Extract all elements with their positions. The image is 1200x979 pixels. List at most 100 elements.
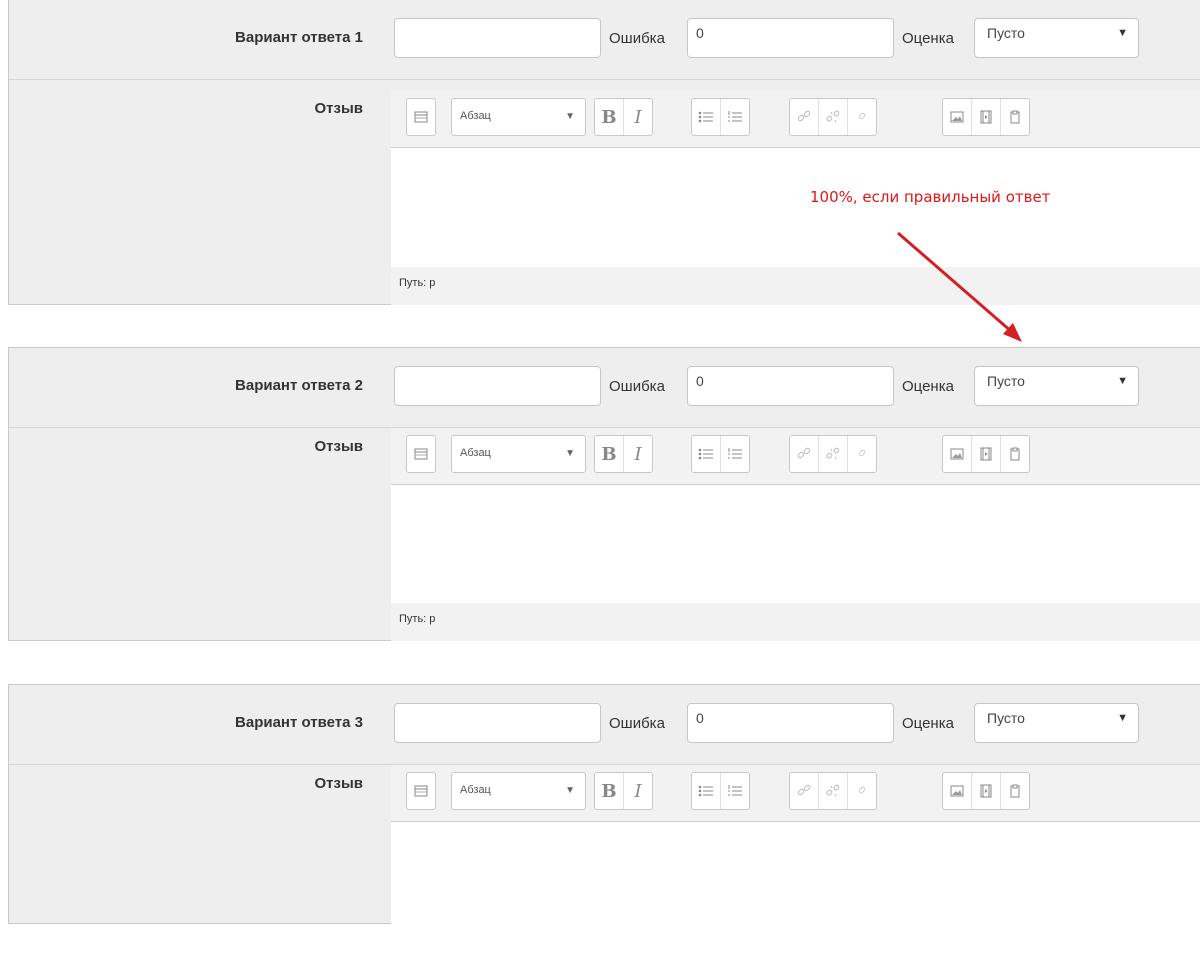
editor-content[interactable] <box>391 485 1200 603</box>
unlink-icon[interactable] <box>818 773 847 809</box>
toolbar-group-style: B I <box>594 772 653 810</box>
unlink-icon[interactable] <box>818 99 847 135</box>
link-icon[interactable] <box>790 99 818 135</box>
anchor-icon[interactable] <box>847 99 876 135</box>
italic-icon[interactable]: I <box>623 773 652 809</box>
editor-toolbar: Абзац ▼ B I <box>391 428 1200 485</box>
toolbar-group-toggle <box>406 98 436 136</box>
editor-path: Путь: p <box>391 603 1200 641</box>
feedback-editor: Абзац ▼ B I <box>391 428 1200 642</box>
feedback-editor: Абзац ▼ B I <box>391 91 1200 305</box>
feedback-label: Отзыв <box>314 438 363 455</box>
bold-icon[interactable]: B <box>595 773 623 809</box>
toolbar-group-toggle <box>406 435 436 473</box>
feedback-label: Отзыв <box>314 775 363 792</box>
chevron-down-icon: ▼ <box>565 111 575 122</box>
chevron-down-icon: ▼ <box>1117 375 1128 387</box>
grade-label: Оценка <box>902 30 954 47</box>
error-label: Ошибка <box>609 30 665 47</box>
toolbar-group-media <box>942 98 1030 136</box>
answer-block-2: Вариант ответа 2 Ошибка 0 Оценка Пусто ▼… <box>8 347 1200 642</box>
toolbar-group-toggle <box>406 772 436 810</box>
chevron-down-icon: ▼ <box>1117 27 1128 39</box>
chevron-down-icon: ▼ <box>565 448 575 459</box>
toolbar-group-links <box>789 98 877 136</box>
error-input[interactable]: 0 <box>687 366 894 406</box>
answer-row: Вариант ответа 2 Ошибка 0 Оценка Пусто ▼ <box>9 348 1200 428</box>
editor-content[interactable] <box>391 822 1200 941</box>
editor-toolbar: Абзац ▼ B I <box>391 91 1200 148</box>
image-icon[interactable] <box>943 436 971 472</box>
editor-path: Путь: p <box>391 267 1200 305</box>
grade-label: Оценка <box>902 715 954 732</box>
toolbar-group-style: B I <box>594 435 653 473</box>
format-select[interactable]: Абзац ▼ <box>451 98 586 136</box>
media-icon[interactable] <box>971 773 1000 809</box>
format-select[interactable]: Абзац ▼ <box>451 435 586 473</box>
paste-icon[interactable] <box>1000 99 1029 135</box>
bold-icon[interactable]: B <box>595 99 623 135</box>
link-icon[interactable] <box>790 773 818 809</box>
annotation-text: 100%, если правильный ответ <box>810 188 1051 206</box>
italic-icon[interactable]: I <box>623 436 652 472</box>
paste-icon[interactable] <box>1000 773 1029 809</box>
grade-select-value: Пусто <box>987 373 1025 389</box>
answer-input[interactable] <box>394 366 601 406</box>
format-select[interactable]: Абзац ▼ <box>451 772 586 810</box>
grade-select[interactable]: Пусто ▼ <box>974 366 1139 406</box>
paste-icon[interactable] <box>1000 436 1029 472</box>
unordered-list-icon[interactable] <box>692 99 720 135</box>
grade-select-value: Пусто <box>987 710 1025 726</box>
answer-block-3: Вариант ответа 3 Ошибка 0 Оценка Пусто ▼… <box>8 684 1200 979</box>
unordered-list-icon[interactable] <box>692 436 720 472</box>
toolbar-group-lists <box>691 98 750 136</box>
answer-block-1: Вариант ответа 1 Ошибка 0 Оценка Пусто ▼… <box>8 0 1200 305</box>
toolbar-group-lists <box>691 772 750 810</box>
answer-row: Вариант ответа 3 Ошибка 0 Оценка Пусто ▼ <box>9 685 1200 765</box>
toolbar-group-style: B I <box>594 98 653 136</box>
editor-toolbar: Абзац ▼ B I <box>391 765 1200 822</box>
format-select-value: Абзац <box>460 784 491 796</box>
answer-input[interactable] <box>394 703 601 743</box>
toolbar-group-links <box>789 435 877 473</box>
error-label: Ошибка <box>609 378 665 395</box>
feedback-editor: Абзац ▼ B I <box>391 765 1200 979</box>
anchor-icon[interactable] <box>847 436 876 472</box>
unordered-list-icon[interactable] <box>692 773 720 809</box>
feedback-label: Отзыв <box>314 100 363 117</box>
editor-content[interactable] <box>391 148 1200 267</box>
grade-select[interactable]: Пусто ▼ <box>974 703 1139 743</box>
ordered-list-icon[interactable] <box>720 99 749 135</box>
unlink-icon[interactable] <box>818 436 847 472</box>
toolbar-group-media <box>942 435 1030 473</box>
bold-icon[interactable]: B <box>595 436 623 472</box>
answer-label: Вариант ответа 1 <box>235 29 363 46</box>
chevron-down-icon: ▼ <box>1117 712 1128 724</box>
toolbar-toggle-icon[interactable] <box>407 773 435 809</box>
answer-input[interactable] <box>394 18 601 58</box>
toolbar-toggle-icon[interactable] <box>407 436 435 472</box>
answer-row: Вариант ответа 1 Ошибка 0 Оценка Пусто ▼ <box>9 0 1200 80</box>
anchor-icon[interactable] <box>847 773 876 809</box>
toolbar-group-lists <box>691 435 750 473</box>
toolbar-toggle-icon[interactable] <box>407 99 435 135</box>
image-icon[interactable] <box>943 773 971 809</box>
toolbar-group-media <box>942 772 1030 810</box>
format-select-value: Абзац <box>460 110 491 122</box>
image-icon[interactable] <box>943 99 971 135</box>
italic-icon[interactable]: I <box>623 99 652 135</box>
link-icon[interactable] <box>790 436 818 472</box>
grade-select-value: Пусто <box>987 25 1025 41</box>
media-icon[interactable] <box>971 99 1000 135</box>
error-input[interactable]: 0 <box>687 703 894 743</box>
answer-label: Вариант ответа 3 <box>235 714 363 731</box>
grade-select[interactable]: Пусто ▼ <box>974 18 1139 58</box>
grade-label: Оценка <box>902 378 954 395</box>
format-select-value: Абзац <box>460 447 491 459</box>
error-input[interactable]: 0 <box>687 18 894 58</box>
ordered-list-icon[interactable] <box>720 773 749 809</box>
error-label: Ошибка <box>609 715 665 732</box>
media-icon[interactable] <box>971 436 1000 472</box>
toolbar-group-links <box>789 772 877 810</box>
ordered-list-icon[interactable] <box>720 436 749 472</box>
